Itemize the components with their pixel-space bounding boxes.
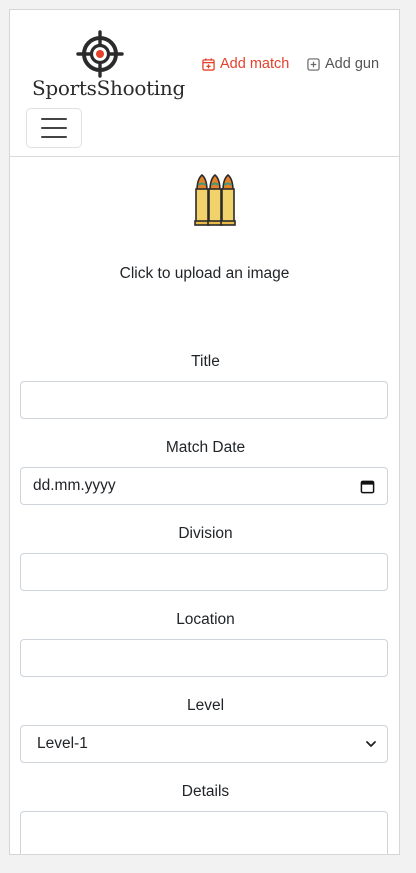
date-placeholder: dd.mm.yyyy [33,477,116,494]
calendar-icon[interactable] [360,479,375,494]
division-input[interactable] [20,553,388,591]
chevron-down-icon [366,741,376,747]
match-date-input[interactable]: dd.mm.yyyy [20,467,388,505]
details-textarea[interactable] [20,811,388,854]
app-frame: SportsShooting Add match Add gun Click t… [9,9,400,855]
level-select[interactable]: Level-1 [20,725,388,763]
image-upload-area[interactable]: Click to upload an image [21,157,388,327]
title-label: Title [191,353,220,370]
add-match-link[interactable]: Add match [202,54,289,74]
brand-logo[interactable]: SportsShooting [32,30,185,112]
add-match-form: Click to upload an image Title Match Dat… [10,157,399,854]
division-label: Division [178,525,233,542]
location-input[interactable] [20,639,388,677]
brand-name: SportsShooting [32,76,185,100]
title-input[interactable] [20,381,388,419]
add-gun-link[interactable]: Add gun [307,54,379,74]
add-match-label: Add match [220,56,290,72]
level-selected-value: Level-1 [37,735,88,752]
hamburger-line [41,136,67,138]
plus-square-icon [307,57,320,71]
bullets-icon [194,173,236,226]
add-gun-label: Add gun [325,56,380,72]
location-label: Location [176,611,235,628]
navbar: SportsShooting Add match Add gun [10,10,399,157]
details-label: Details [181,783,230,800]
upload-instruction: Click to upload an image [119,265,290,282]
hamburger-line [41,118,67,120]
level-label: Level [186,697,225,714]
match-date-label: Match Date [165,439,246,456]
calendar-plus-icon [202,57,215,71]
crosshair-icon [76,30,124,78]
navbar-toggle-button[interactable] [26,108,82,148]
hamburger-line [41,127,67,129]
